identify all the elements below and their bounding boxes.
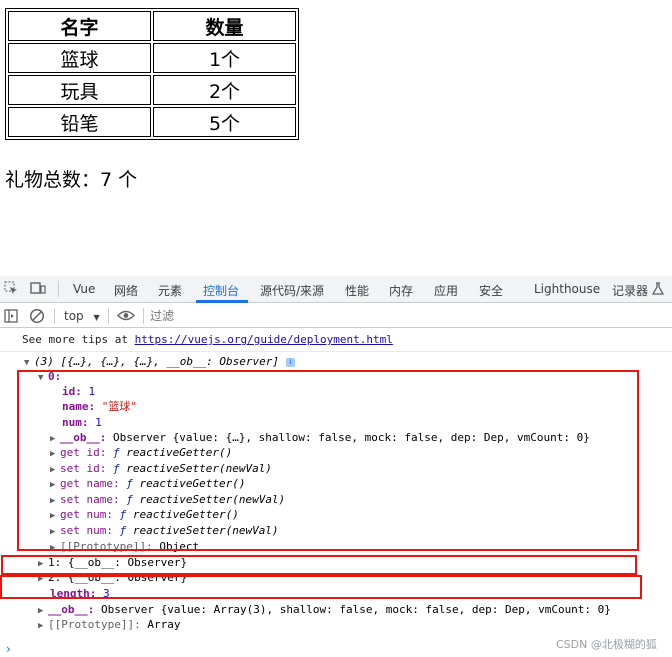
cell-name: 玩具 [8, 75, 151, 105]
cell-count: 1个 [153, 43, 296, 73]
cell-count: 2个 [153, 75, 296, 105]
array-summary-row[interactable]: ▼ (3) [{…}, {…}, {…}, __ob__: Observer] i [24, 354, 295, 369]
active-tab-indicator [196, 300, 248, 303]
tab-separator [58, 281, 59, 297]
devtools-tab-bar: Vue 网络 元素 控制台 源代码/来源 性能 内存 应用 安全 Lightho… [0, 276, 672, 303]
tab-memory[interactable]: 内存 [389, 282, 413, 299]
gift-total-label: 礼物总数： [5, 169, 101, 191]
column-header-count: 数量 [153, 11, 296, 41]
tab-performance[interactable]: 性能 [345, 282, 369, 299]
tab-application[interactable]: 应用 [434, 282, 458, 299]
info-icon[interactable]: i [285, 357, 295, 367]
sidebar-toggle-icon[interactable] [4, 309, 18, 326]
highlight-box-item-0 [17, 370, 639, 551]
cell-name: 篮球 [8, 43, 151, 73]
expand-triangle-icon[interactable]: ▶ [38, 619, 48, 634]
devtools-panel: Vue 网络 元素 控制台 源代码/来源 性能 内存 应用 安全 Lightho… [0, 276, 672, 657]
tab-console[interactable]: 控制台 [203, 282, 239, 299]
context-select-value: top [64, 309, 84, 323]
tab-network[interactable]: 网络 [114, 282, 138, 299]
cell-count: 5个 [153, 107, 296, 137]
array-prototype-row[interactable]: ▶ [[Prototype]]: Array [38, 617, 180, 632]
recorder-flask-icon[interactable] [651, 282, 665, 299]
expand-triangle-icon[interactable]: ▼ [24, 356, 34, 371]
tab-sources[interactable]: 源代码/来源 [260, 282, 324, 299]
gift-table: 名字 数量 篮球 1个 玩具 2个 铅笔 5个 [5, 8, 299, 140]
gift-total: 礼物总数：7 个 [5, 165, 137, 192]
toolbar-separator [143, 308, 144, 324]
tab-elements[interactable]: 元素 [158, 282, 182, 299]
cell-name: 铅笔 [8, 107, 151, 137]
inspect-element-icon[interactable] [4, 281, 18, 299]
csdn-watermark: CSDN @北极糊的狐 [556, 638, 657, 651]
tab-security[interactable]: 安全 [479, 282, 503, 299]
eye-icon[interactable] [117, 309, 135, 325]
array-ob-row[interactable]: ▶ __ob__: Observer {value: Array(3), shal… [38, 602, 611, 617]
gift-total-value: 7 个 [100, 169, 138, 191]
context-select[interactable]: top ▼ [64, 309, 100, 323]
tab-lighthouse[interactable]: Lighthouse [534, 282, 600, 296]
highlight-box-item-2 [0, 575, 642, 599]
toolbar-separator [54, 308, 55, 324]
vue-deployment-link[interactable]: https://vuejs.org/guide/deployment.html [135, 333, 393, 346]
table-row: 篮球 1个 [8, 43, 296, 73]
column-header-name: 名字 [8, 11, 151, 41]
console-toolbar: top ▼ [0, 304, 672, 328]
console-tips-message: See more tips at https://vuejs.org/guide… [22, 333, 393, 346]
tab-vue[interactable]: Vue [73, 282, 95, 296]
dropdown-arrow-icon: ▼ [93, 313, 100, 322]
toolbar-separator [108, 308, 109, 324]
highlight-box-item-1 [1, 555, 637, 575]
console-message-divider [0, 351, 672, 352]
table-row: 玩具 2个 [8, 75, 296, 105]
device-toolbar-icon[interactable] [30, 281, 46, 299]
console-filter-input[interactable] [150, 307, 670, 325]
clear-console-icon[interactable] [29, 308, 45, 327]
table-row: 铅笔 5个 [8, 107, 296, 137]
tab-recorder[interactable]: 记录器 [612, 282, 648, 299]
table-header-row: 名字 数量 [8, 11, 296, 41]
console-prompt-icon[interactable]: › [6, 642, 11, 656]
